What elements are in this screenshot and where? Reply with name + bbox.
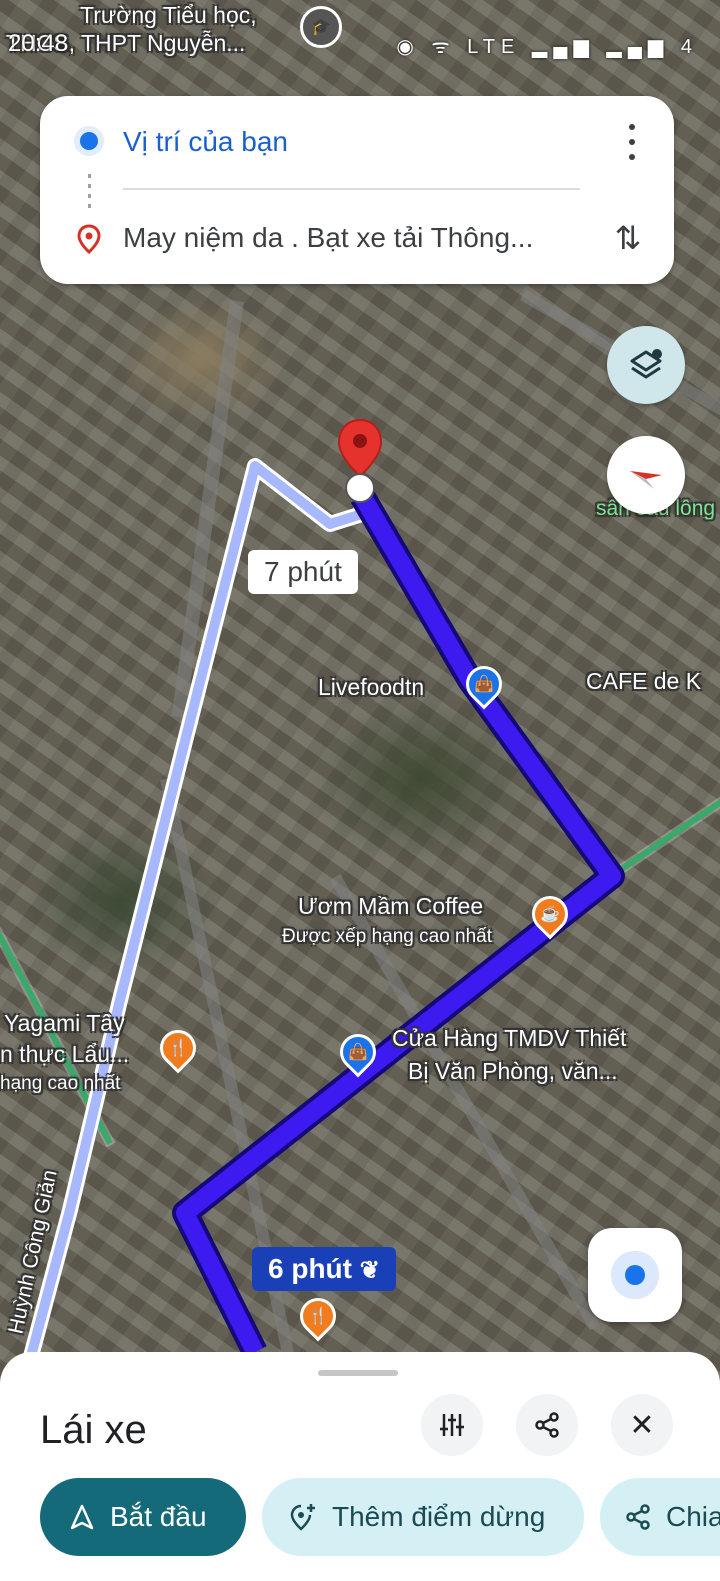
share-route-button-label: Chia sẻ bbox=[666, 1501, 720, 1532]
poi-yagami-label[interactable]: Yagami Tây bbox=[4, 1010, 125, 1037]
poi-yagami-sub: hạng cao nhất bbox=[0, 1073, 121, 1094]
tune-icon bbox=[440, 1414, 464, 1436]
alt-route-eta[interactable]: 7 phút bbox=[248, 550, 358, 594]
compass-icon bbox=[630, 471, 662, 489]
destination-pin-icon[interactable] bbox=[336, 418, 384, 504]
status-icons: ◉ ᯤ LTE ▂▄▆ ▂▄▆ 4 bbox=[396, 36, 698, 58]
poi-livefoodtn-label[interactable]: Livefoodtn bbox=[318, 674, 424, 701]
compass-button[interactable] bbox=[607, 436, 685, 514]
share-route-button[interactable]: Chia sẻ bbox=[600, 1478, 720, 1556]
swap-vert-icon[interactable]: ⇅ bbox=[610, 216, 646, 260]
poi-office-store-sub: Bị Văn Phòng, văn... bbox=[408, 1058, 618, 1084]
start-button-label: Bắt đầu bbox=[110, 1501, 207, 1532]
navigation-icon bbox=[68, 1503, 96, 1531]
destination-marker-icon bbox=[77, 224, 101, 254]
my-location-icon bbox=[625, 1265, 645, 1285]
poi-cafe-de-k-label[interactable]: CAFE de K bbox=[586, 668, 701, 695]
travel-mode-title: Lái xe bbox=[40, 1408, 147, 1452]
share-button[interactable] bbox=[516, 1394, 578, 1456]
start-button[interactable]: Bắt đầu bbox=[40, 1478, 246, 1556]
poi-office-store-label[interactable]: Cửa Hàng TMDV Thiết bbox=[392, 1025, 626, 1052]
main-route-eta[interactable]: 6 phút ❦ bbox=[252, 1247, 396, 1291]
poi-yagami-line2: n thực Lẩu... bbox=[0, 1041, 130, 1067]
divider bbox=[123, 188, 580, 190]
route-options-button[interactable] bbox=[421, 1394, 483, 1456]
poi-uom-mam-coffee-sub: Được xếp hạng cao nhất bbox=[282, 926, 493, 947]
destination-field[interactable]: May niệm da . Bạt xe tải Thông... bbox=[123, 222, 533, 254]
drag-handle[interactable] bbox=[318, 1370, 398, 1376]
bottom-sheet: Lái xe ✕ Bắt đầu Thêm điểm dừng Chia bbox=[0, 1352, 720, 1581]
layers-icon bbox=[630, 349, 662, 379]
close-icon: ✕ bbox=[629, 1408, 655, 1442]
origin-dot-icon bbox=[80, 132, 98, 150]
status-time: 20:48 bbox=[8, 30, 69, 57]
my-location-button[interactable] bbox=[588, 1228, 682, 1322]
close-button[interactable]: ✕ bbox=[611, 1394, 673, 1456]
origin-field[interactable]: Vị trí của bạn bbox=[123, 126, 288, 158]
share-icon bbox=[535, 1412, 559, 1438]
add-location-icon bbox=[288, 1502, 318, 1532]
share-icon bbox=[624, 1503, 652, 1531]
more-vert-icon[interactable] bbox=[620, 124, 644, 160]
directions-card: Vị trí của bạn May niệm da . Bạt xe tải … bbox=[40, 96, 674, 284]
eco-leaf-icon: ❦ bbox=[359, 1257, 380, 1284]
add-stop-button[interactable]: Thêm điểm dừng bbox=[262, 1478, 584, 1556]
route-connector bbox=[88, 174, 91, 208]
main-route-eta-text: 6 phút bbox=[268, 1253, 352, 1284]
add-stop-button-label: Thêm điểm dừng bbox=[332, 1501, 546, 1532]
layers-button[interactable] bbox=[607, 326, 685, 404]
status-bar: 20:48 ◉ ᯤ LTE ▂▄▆ ▂▄▆ 4 bbox=[0, 0, 720, 70]
poi-uom-mam-coffee-label[interactable]: Ươm Mầm Coffee bbox=[298, 893, 483, 920]
